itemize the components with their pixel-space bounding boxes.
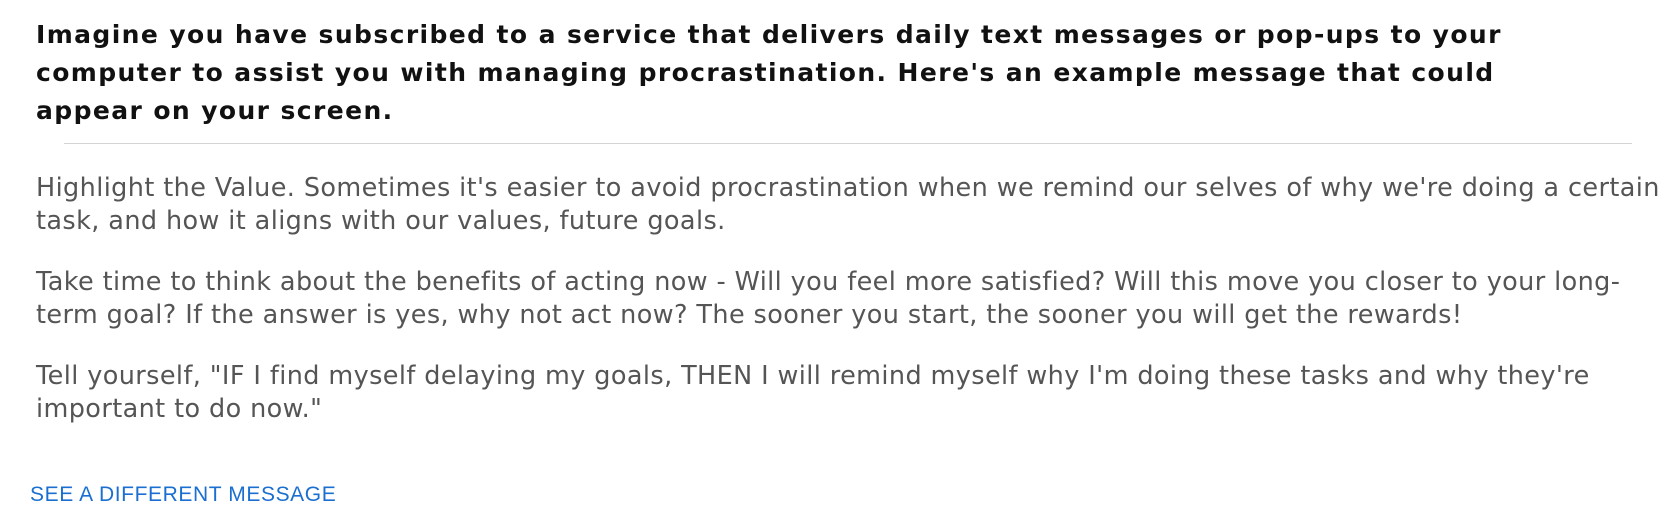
message-paragraph-benefits: Take time to think about the benefits of… bbox=[36, 267, 1621, 330]
heading-divider bbox=[64, 143, 1632, 144]
message-page: Imagine you have subscribed to a service… bbox=[0, 0, 1664, 525]
message-body: Highlight the Value. Sometimes it's easi… bbox=[36, 172, 1662, 454]
message-paragraph-value: Highlight the Value. Sometimes it's easi… bbox=[36, 173, 1660, 236]
see-different-message-link[interactable]: SEE A DIFFERENT MESSAGE bbox=[30, 482, 336, 508]
message-paragraph-if-then: Tell yourself, "IF I find myself delayin… bbox=[36, 361, 1590, 424]
page-heading: Imagine you have subscribed to a service… bbox=[36, 20, 1502, 125]
